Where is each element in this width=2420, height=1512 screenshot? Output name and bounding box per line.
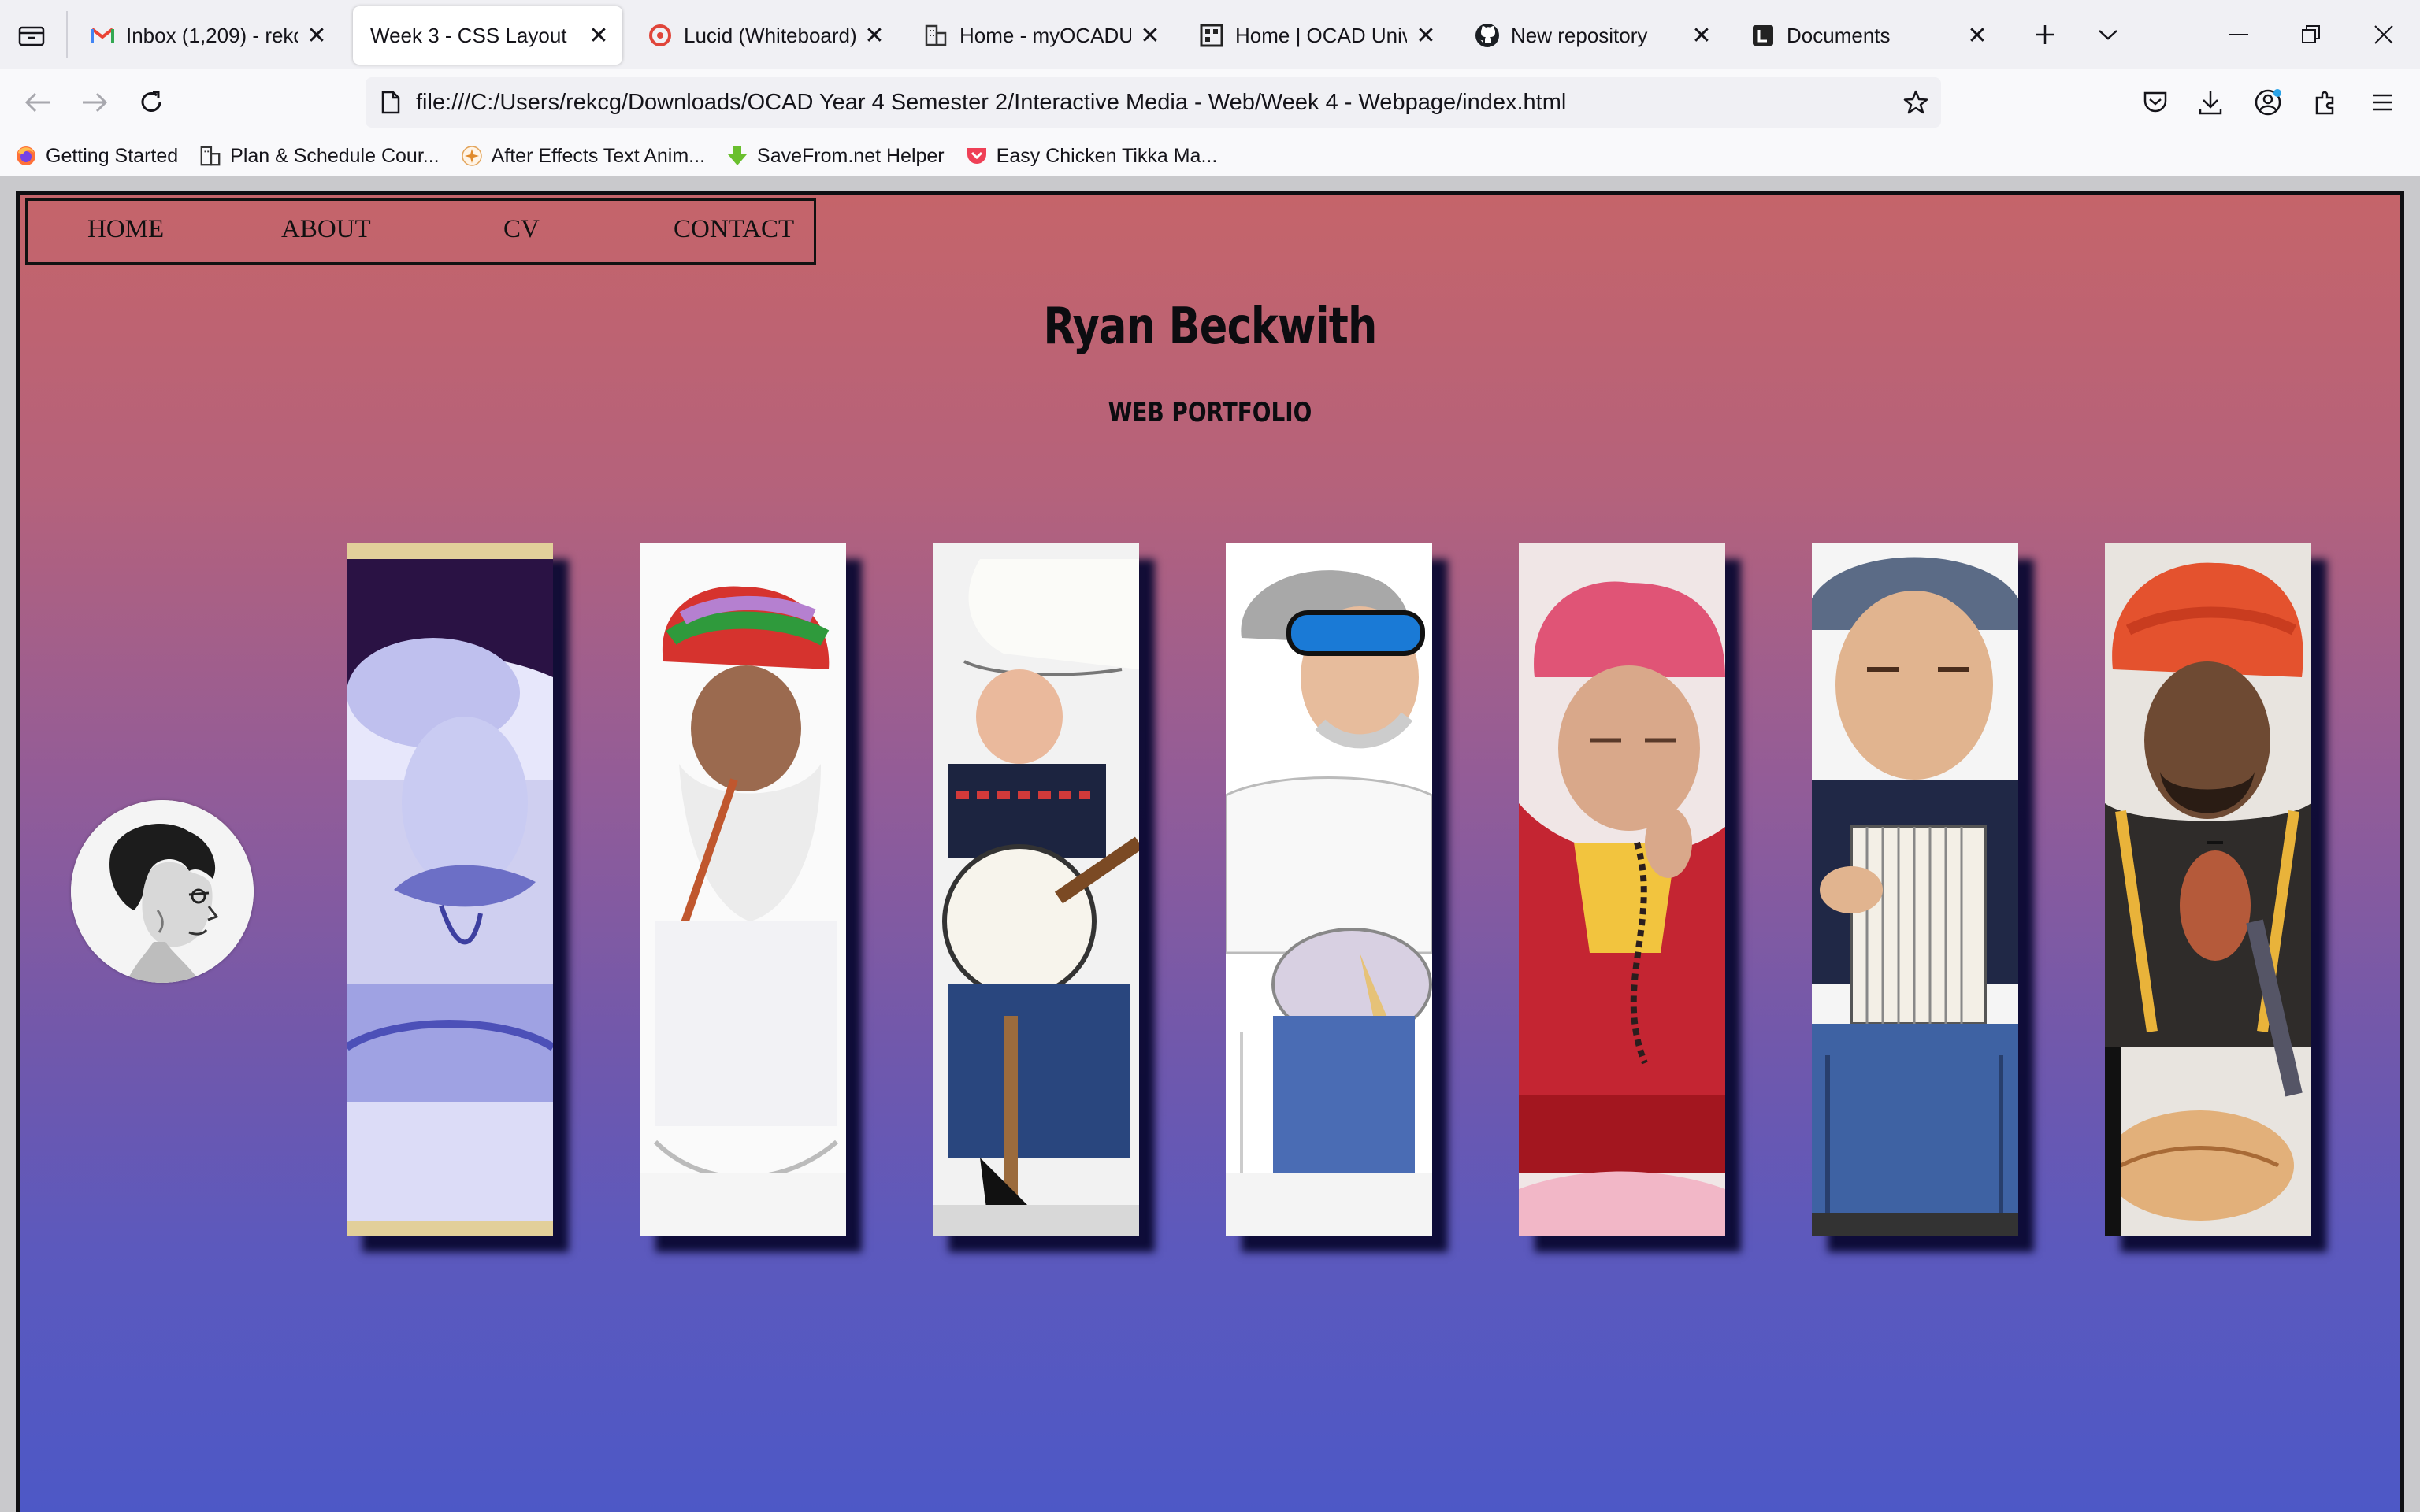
bookmark-label: Easy Chicken Tikka Ma...	[996, 144, 1218, 167]
page-icon	[366, 77, 416, 128]
lucid-icon	[648, 23, 673, 48]
close-icon[interactable]: ✕	[862, 23, 887, 49]
portfolio-page: HOME ABOUT CV CONTACT Ryan Beckwith WEB …	[16, 191, 2404, 1512]
close-icon[interactable]: ✕	[586, 23, 611, 49]
github-icon	[1475, 23, 1500, 48]
bookmark-star-icon[interactable]	[1891, 77, 1941, 128]
site-title: Ryan Beckwith	[1043, 298, 1377, 356]
restore-icon[interactable]	[2275, 0, 2348, 69]
minimize-icon[interactable]	[2203, 0, 2275, 69]
tab-title: Lucid (Whiteboard)	[684, 23, 856, 47]
navigation-toolbar: file:///C:/Users/rekcg/Downloads/OCAD Ye…	[0, 69, 2420, 135]
url-bar[interactable]: file:///C:/Users/rekcg/Downloads/OCAD Ye…	[366, 77, 1941, 128]
reload-icon[interactable]	[132, 83, 170, 121]
tab-strip: Inbox (1,209) - rekcga ✕ Week 3 - CSS La…	[0, 0, 2420, 69]
building-icon	[199, 144, 222, 168]
illustration-strip-4[interactable]	[1226, 543, 1432, 1236]
page-viewport: HOME ABOUT CV CONTACT Ryan Beckwith WEB …	[0, 176, 2420, 1512]
bookmarks-toolbar: Getting Started Plan & Schedule Cour... …	[0, 135, 2420, 176]
window-close-icon[interactable]	[2348, 0, 2420, 69]
bookmark-label: Getting Started	[46, 144, 179, 167]
tab-inbox[interactable]: Inbox (1,209) - rekcga ✕	[72, 6, 340, 65]
back-arrow-icon[interactable]	[19, 83, 57, 121]
tab-list-icon[interactable]	[13, 16, 50, 54]
ocad-icon	[1199, 23, 1224, 48]
sparkle-icon	[460, 144, 484, 168]
bookmark-label: Plan & Schedule Cour...	[230, 144, 440, 167]
illustration-strip-6[interactable]	[1812, 543, 2018, 1236]
tab-title: Home | OCAD Universi	[1235, 23, 1407, 47]
tab-lucid[interactable]: Lucid (Whiteboard) ✕	[630, 6, 898, 65]
close-icon[interactable]: ✕	[1413, 23, 1438, 49]
tab-documents[interactable]: Documents ✕	[1733, 6, 2001, 65]
tab-title: Inbox (1,209) - rekcga	[126, 23, 298, 47]
bookmark-getting-started[interactable]: Getting Started	[14, 144, 178, 168]
avatar[interactable]	[71, 800, 254, 983]
bookmark-chicken-tikka[interactable]: Easy Chicken Tikka Ma...	[965, 144, 1218, 168]
download-arrow-icon	[726, 144, 749, 168]
bookmark-after-effects[interactable]: After Effects Text Anim...	[460, 144, 705, 168]
tab-separator	[66, 11, 68, 58]
tab-css-layout[interactable]: Week 3 - CSS Layout ✕	[353, 6, 622, 65]
bookmark-plan-schedule[interactable]: Plan & Schedule Cour...	[199, 144, 440, 168]
close-icon[interactable]: ✕	[1138, 23, 1163, 49]
nav-home-link[interactable]: HOME	[87, 215, 164, 244]
bookmark-label: After Effects Text Anim...	[491, 144, 706, 167]
forward-arrow-icon[interactable]	[76, 83, 113, 121]
chevron-down-icon[interactable]	[2089, 16, 2127, 54]
illustration-strip-3[interactable]	[933, 543, 1139, 1236]
tab-title: Documents	[1787, 23, 1891, 47]
pocket-icon	[965, 144, 989, 168]
pocket-icon[interactable]	[2136, 83, 2174, 121]
site-subtitle: WEB PORTFOLIO	[1108, 397, 1312, 428]
tab-github[interactable]: New repository ✕	[1457, 6, 1725, 65]
gmail-icon	[90, 23, 115, 48]
site-nav: HOME ABOUT CV CONTACT	[25, 198, 816, 265]
tab-title: Week 3 - CSS Layout	[370, 23, 567, 47]
new-tab-plus-icon[interactable]	[2026, 16, 2064, 54]
close-icon[interactable]: ✕	[1689, 23, 1714, 49]
illustration-strip-1[interactable]	[347, 543, 553, 1236]
tab-myocadu[interactable]: Home - myOCADU ✕	[906, 6, 1174, 65]
close-icon[interactable]: ✕	[304, 23, 329, 49]
close-icon[interactable]: ✕	[1965, 23, 1990, 49]
firefox-icon	[14, 144, 38, 168]
url-text[interactable]: file:///C:/Users/rekcg/Downloads/OCAD Ye…	[416, 90, 1891, 116]
bookmark-savefrom[interactable]: SaveFrom.net Helper	[726, 144, 945, 168]
tab-ocad[interactable]: Home | OCAD Universi ✕	[1182, 6, 1449, 65]
nav-about-link[interactable]: ABOUT	[281, 215, 371, 244]
account-icon[interactable]	[2250, 83, 2288, 121]
bookmark-label: SaveFrom.net Helper	[757, 144, 945, 167]
downloads-icon[interactable]	[2192, 83, 2229, 121]
illustration-strip-7[interactable]	[2105, 543, 2311, 1236]
illustration-strip-5[interactable]	[1519, 543, 1725, 1236]
building-icon	[923, 23, 948, 48]
tab-title: Home - myOCADU	[959, 23, 1131, 47]
extensions-icon[interactable]	[2307, 83, 2344, 121]
nav-cv-link[interactable]: CV	[503, 215, 540, 244]
tab-title: New repository	[1511, 23, 1648, 47]
documents-icon	[1750, 23, 1776, 48]
illustration-strip-2[interactable]	[640, 543, 846, 1236]
nav-contact-link[interactable]: CONTACT	[674, 215, 794, 244]
menu-icon[interactable]	[2363, 83, 2401, 121]
